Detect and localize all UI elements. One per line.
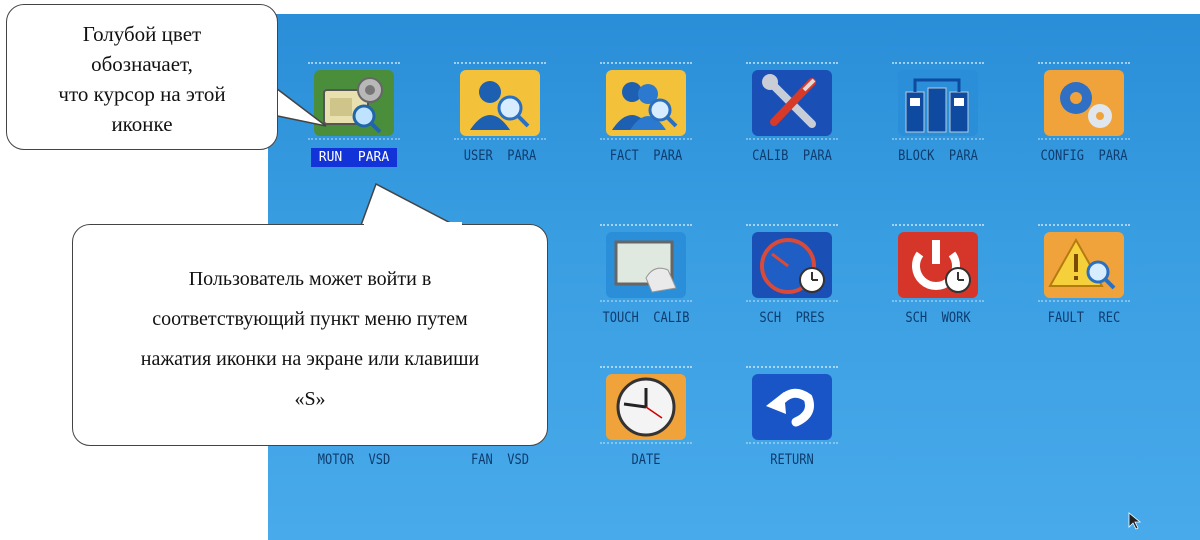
block-param-icon <box>898 70 978 136</box>
touch-calib-label: TOUCH CALIB <box>602 310 690 326</box>
cursor-hint-line-3: что курсор на этой <box>58 82 226 106</box>
schedule-work-icon <box>898 232 978 298</box>
block-para-tile[interactable]: BLOCK PARA <box>876 62 1000 164</box>
config-gears-icon <box>1044 70 1124 136</box>
date-label: DATE <box>631 452 661 468</box>
fault-rec-tile[interactable]: FAULT REC <box>1022 224 1146 326</box>
fault-rec-label: FAULT REC <box>1047 310 1121 326</box>
calibration-tools-icon <box>752 70 832 136</box>
user-para-tile[interactable]: USER PARA <box>438 62 562 164</box>
fact-para-tile[interactable]: FACT PARA <box>584 62 708 164</box>
return-arrow-icon <box>752 374 832 440</box>
tail-join <box>364 222 462 226</box>
return-tile[interactable]: RETURN <box>730 366 854 468</box>
factory-param-icon <box>606 70 686 136</box>
usage-hint-line-1: Пользователь может войти в <box>188 268 432 290</box>
usage-hint-line-4: «S» <box>294 388 326 410</box>
cursor-hint-callout: Голубой цвет обозначает, что курсор на э… <box>6 4 278 150</box>
motor-vsd-label: MOTOR VSD <box>317 452 391 468</box>
cursor-hint-line-4: иконке <box>111 112 173 136</box>
date-tile[interactable]: DATE <box>584 366 708 468</box>
usage-hint-line-2: соответствующий пункт меню путем <box>152 308 468 330</box>
sch-pres-label: SCH PRES <box>759 310 825 326</box>
calib-para-tile[interactable]: CALIB PARA <box>730 62 854 164</box>
user-para-label: USER PARA <box>463 148 537 164</box>
cursor-hint-line-1: Голубой цвет <box>82 22 202 46</box>
sch-work-tile[interactable]: SCH WORK <box>876 224 1000 326</box>
fact-para-label: FACT PARA <box>609 148 683 164</box>
sch-pres-tile[interactable]: SCH PRES <box>730 224 854 326</box>
block-para-label: BLOCK PARA <box>898 148 978 164</box>
schedule-pressure-icon <box>752 232 832 298</box>
mouse-pointer-icon <box>1128 512 1142 530</box>
run-para-label: RUN PARA <box>310 148 398 167</box>
touch-calib-tile[interactable]: TOUCH CALIB <box>584 224 708 326</box>
fan-vsd-label: FAN VSD <box>471 452 529 468</box>
usage-hint-line-3: нажатия иконки на экране или клавиши <box>140 348 480 370</box>
sch-work-label: SCH WORK <box>905 310 971 326</box>
calib-para-label: CALIB PARA <box>752 148 832 164</box>
return-label: RETURN <box>770 452 814 468</box>
config-para-tile[interactable]: CONFIG PARA <box>1022 62 1146 164</box>
usage-hint-callout: Пользователь может войти в соответствующ… <box>72 224 548 446</box>
touch-calib-icon <box>606 232 686 298</box>
config-para-label: CONFIG PARA <box>1040 148 1128 164</box>
fault-record-icon <box>1044 232 1124 298</box>
user-param-icon <box>460 70 540 136</box>
clock-icon <box>606 374 686 440</box>
cursor-hint-line-2: обозначает, <box>91 52 193 76</box>
